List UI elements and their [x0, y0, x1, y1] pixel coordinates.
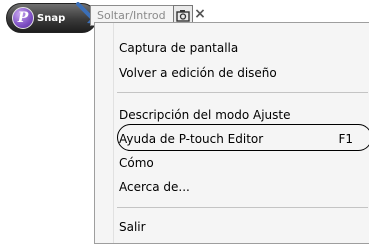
help-dropdown-menu: Captura de pantalla Volver a edición de … — [94, 22, 369, 244]
menu-item-label: Acerca de... — [119, 180, 190, 194]
menu-item-label: Descripción del modo Ajuste — [119, 108, 291, 122]
menu-item-label: Cómo — [119, 156, 154, 170]
menu-item-snap-mode-description[interactable]: Descripción del modo Ajuste — [119, 104, 369, 126]
menu-separator — [117, 92, 368, 93]
menu-item-shortcut: F1 — [338, 132, 353, 146]
menu-item-label: Volver a edición de diseño — [119, 66, 277, 80]
snap-label: Snap — [37, 13, 66, 24]
menu-item-label: Salir — [119, 220, 146, 234]
menu-item-how-to[interactable]: Cómo — [119, 152, 369, 174]
close-icon: × — [194, 6, 206, 22]
menu-item-label: Captura de pantalla — [119, 41, 239, 55]
menu-item-p-touch-editor-help[interactable]: Ayuda de P-touch Editor F1 — [119, 128, 369, 150]
menu-item-screen-capture[interactable]: Captura de pantalla — [119, 37, 369, 59]
menu-item-about[interactable]: Acerca de... — [119, 176, 369, 198]
menu-separator — [117, 207, 368, 208]
menu-item-label: Ayuda de P-touch Editor — [119, 132, 264, 146]
menu-item-back-to-layout-editing[interactable]: Volver a edición de diseño — [119, 62, 369, 84]
snap-button[interactable]: P Snap — [6, 2, 99, 33]
menu-gutter — [113, 23, 114, 243]
p-touch-logo-icon: P — [12, 7, 34, 29]
menu-item-exit[interactable]: Salir — [119, 216, 369, 238]
